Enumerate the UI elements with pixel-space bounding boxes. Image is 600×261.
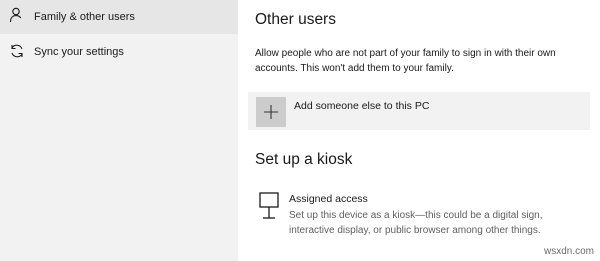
main-content: Other users Allow people who are not par…: [238, 0, 600, 261]
sidebar-item-label: Family & other users: [34, 11, 135, 23]
other-users-description: Allow people who are not part of your fa…: [255, 48, 556, 74]
sidebar-item-sync-settings[interactable]: Sync your settings: [0, 34, 238, 68]
sidebar-item-family-other-users[interactable]: Family & other users: [0, 0, 238, 34]
add-someone-button[interactable]: Add someone else to this PC: [248, 92, 590, 130]
watermark: wsxdn.com: [543, 246, 594, 257]
plus-icon: [256, 97, 286, 127]
kiosk-icon[interactable]: [258, 192, 280, 222]
sidebar: Family & other users Sync your settings: [0, 0, 238, 261]
other-users-heading: Other users: [255, 11, 336, 28]
sync-icon: [9, 43, 25, 59]
sidebar-item-label: Sync your settings: [34, 46, 124, 58]
kiosk-heading: Set up a kiosk: [255, 151, 353, 168]
add-someone-label: Add someone else to this PC: [294, 100, 430, 112]
assigned-access-description: Set up this device as a kiosk—this could…: [289, 210, 543, 236]
person-icon: [9, 7, 25, 23]
active-indicator: [0, 6, 3, 28]
assigned-access-link[interactable]: Assigned access: [289, 193, 368, 205]
